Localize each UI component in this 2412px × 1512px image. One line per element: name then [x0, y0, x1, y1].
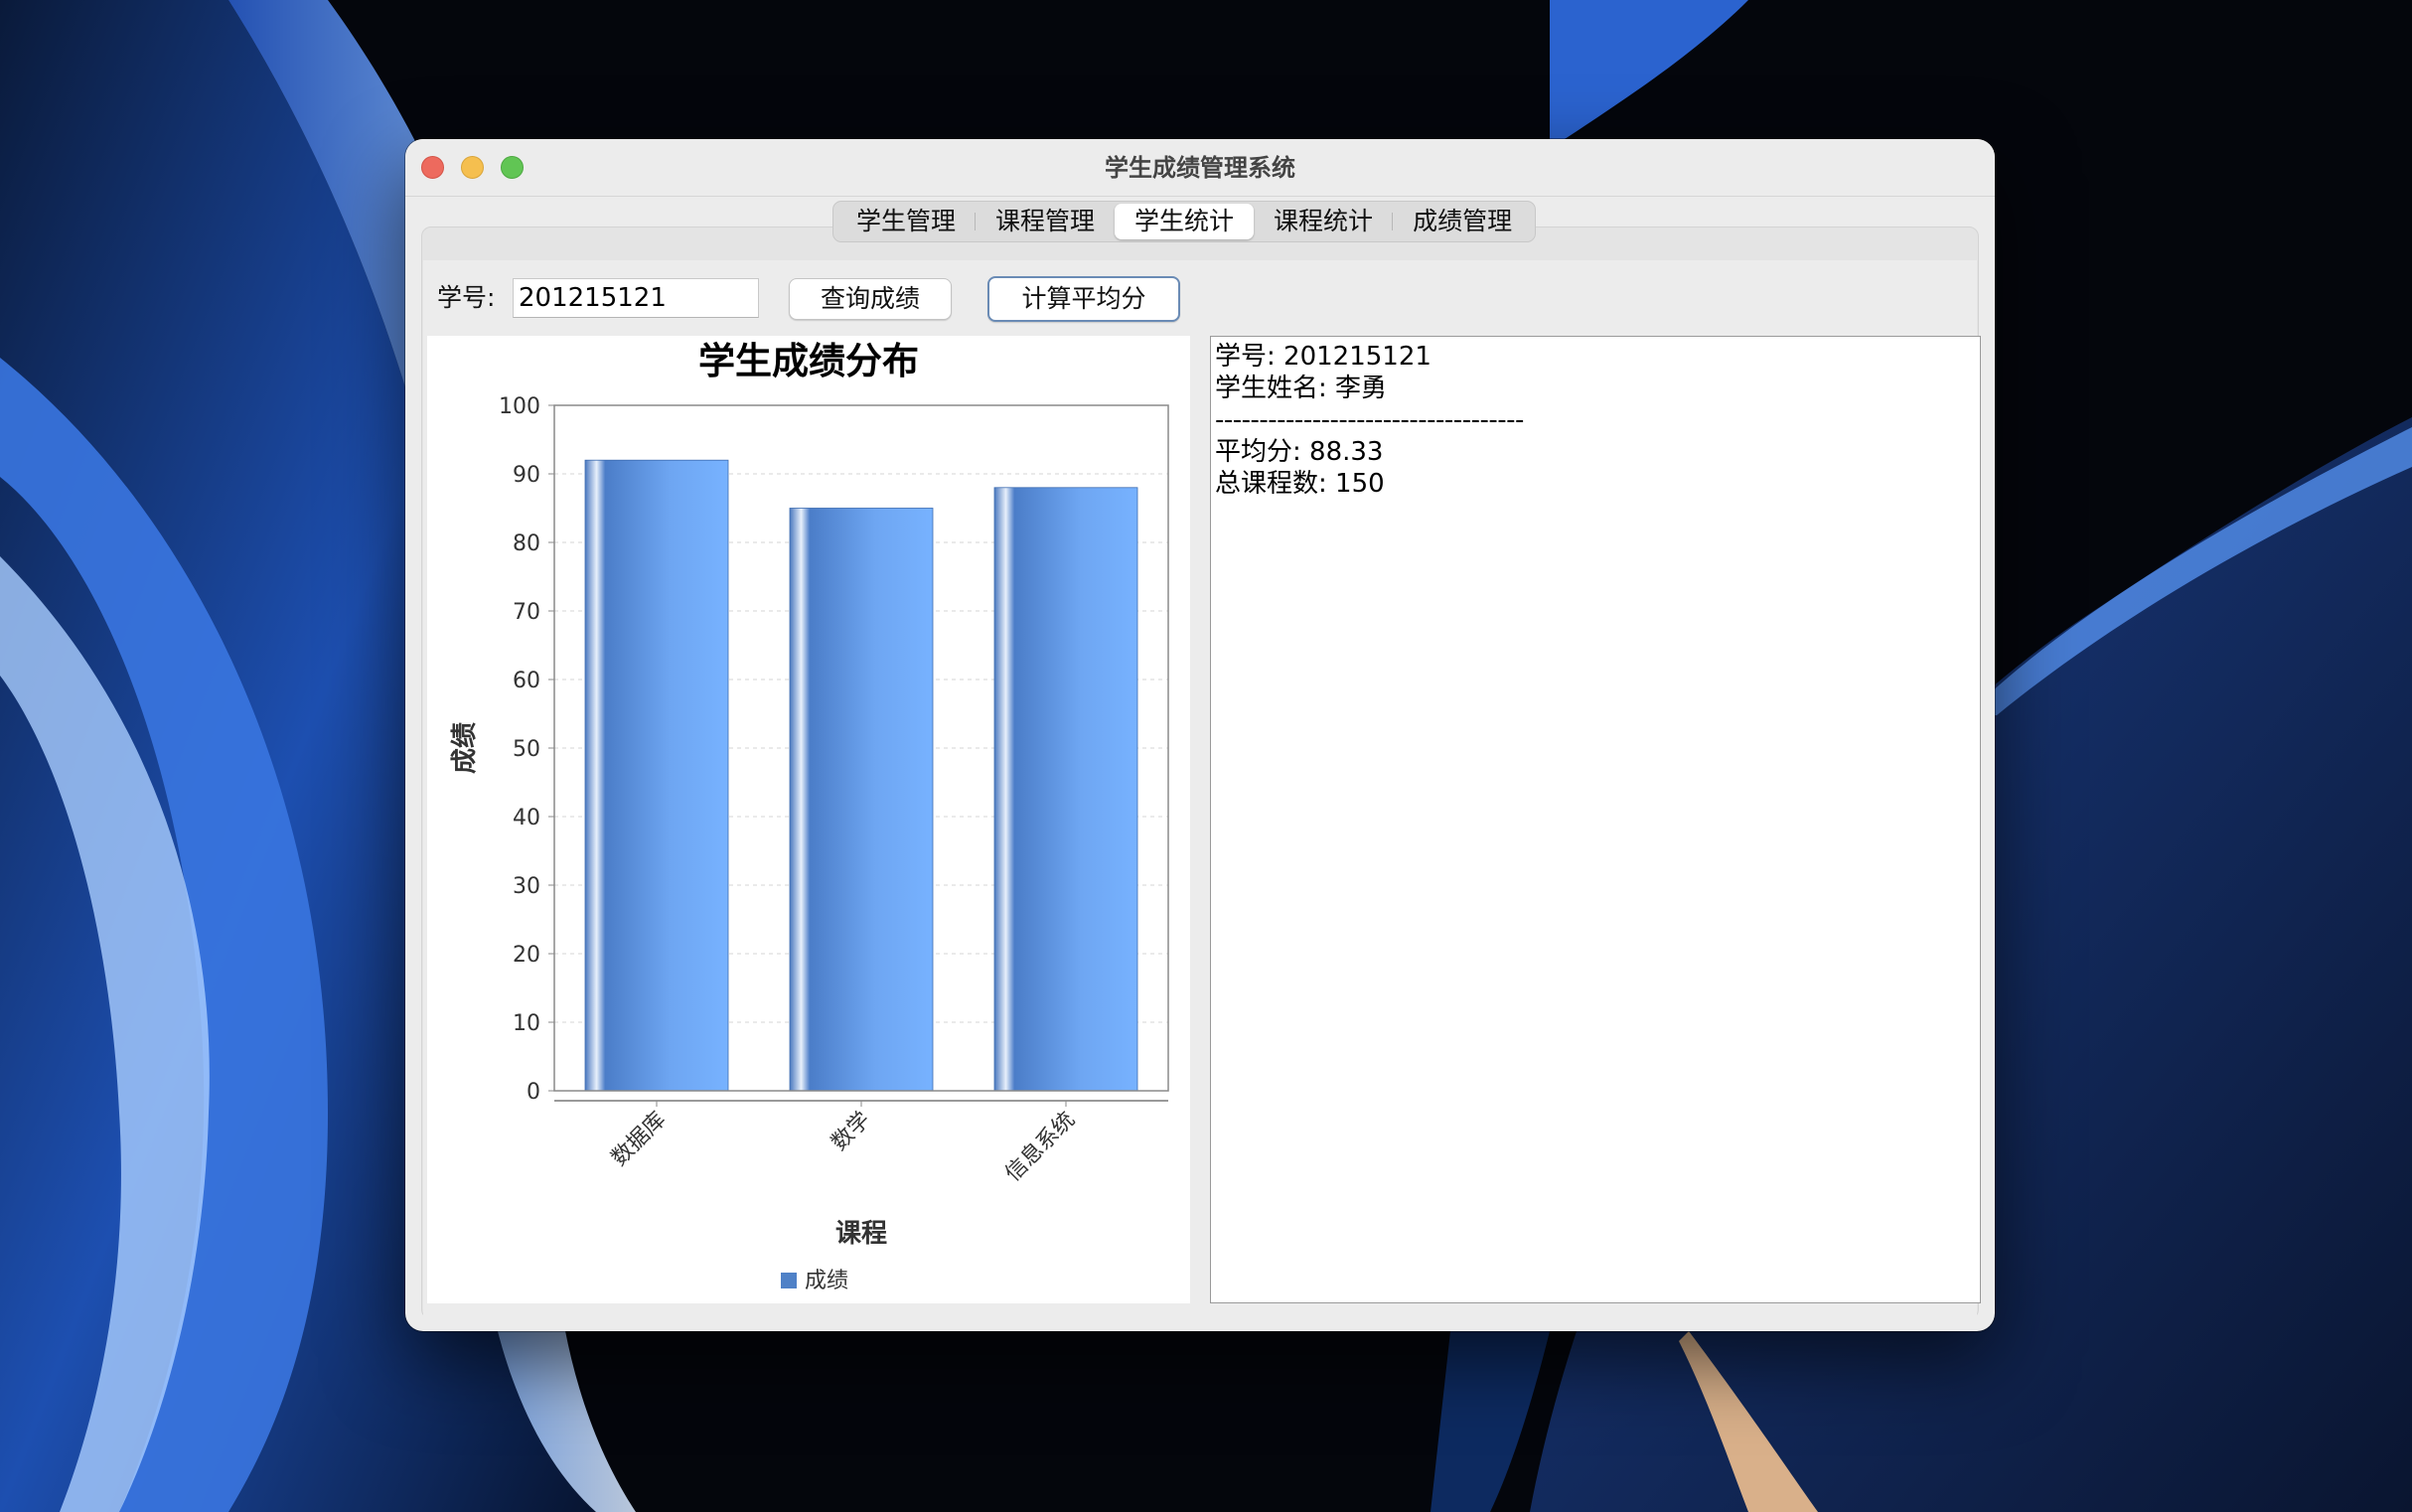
y-tick-label: 90	[513, 463, 540, 488]
tab-course-management[interactable]: 课程管理	[975, 204, 1115, 239]
student-id-label: 学号:	[437, 283, 496, 312]
tab-course-statistics[interactable]: 课程统计	[1254, 204, 1393, 239]
y-tick-label: 10	[513, 1011, 540, 1036]
chart-bars	[584, 459, 1138, 1092]
bar-2	[789, 508, 934, 1092]
app-window: 学生成绩管理系统 学生管理 课程管理 学生统计 课程统计 成绩管理 学号: 查询…	[405, 139, 1995, 1331]
tab-student-statistics[interactable]: 学生统计	[1115, 204, 1255, 239]
y-tick-label: 80	[513, 531, 540, 556]
y-tick-label: 40	[513, 806, 540, 831]
y-tick-label: 20	[513, 943, 540, 968]
chart-panel: 学生成绩分布 0 10 20 30 40 50 60 70 80 90 100 数据库 数学 信息系统 …	[427, 336, 1190, 1303]
y-axis-label: 成绩	[450, 722, 480, 774]
y-axis-ticks: 0 10 20 30 40 50 60 70 80 90 100	[499, 394, 554, 1105]
title-bar: 学生成绩管理系统	[405, 139, 1995, 197]
result-student-id: 学号: 201215121	[1215, 342, 1432, 372]
x-tick-label: 数学	[827, 1108, 875, 1156]
window-title: 学生成绩管理系统	[1105, 154, 1295, 182]
y-tick-label: 50	[513, 737, 540, 762]
y-tick-label: 60	[513, 669, 540, 693]
legend-swatch	[781, 1273, 797, 1288]
x-tick-label: 信息系统	[1000, 1108, 1080, 1187]
y-tick-label: 30	[513, 874, 540, 899]
result-text-area[interactable]: 学号: 201215121 学生姓名: 李勇 -----------------…	[1210, 336, 1981, 1303]
result-divider: -----------------------------------	[1215, 405, 1524, 435]
x-axis-ticks: 数据库 数学 信息系统	[607, 1101, 1080, 1186]
tab-bar: 学生管理 课程管理 学生统计 课程统计 成绩管理	[832, 201, 1537, 242]
x-tick-label: 数据库	[607, 1108, 671, 1171]
bar-1	[584, 459, 729, 1092]
x-axis-label: 课程	[835, 1219, 887, 1249]
result-course-count: 总课程数: 150	[1215, 469, 1385, 499]
tab-student-management[interactable]: 学生管理	[836, 204, 976, 239]
y-tick-label: 0	[527, 1080, 540, 1105]
calculate-average-button[interactable]: 计算平均分	[987, 276, 1180, 322]
chart-title: 学生成绩分布	[698, 340, 919, 382]
student-id-input[interactable]	[513, 278, 759, 318]
bar-3	[993, 487, 1138, 1092]
result-average: 平均分: 88.33	[1215, 437, 1384, 467]
result-student-name: 学生姓名: 李勇	[1215, 374, 1388, 403]
query-grades-button[interactable]: 查询成绩	[789, 278, 952, 320]
y-tick-label: 70	[513, 600, 540, 625]
bar-chart: 学生成绩分布 0102030405060708090100 数据库 数学 信息系统 …	[450, 340, 1169, 1293]
y-tick-label: 100	[499, 394, 540, 419]
legend-label: 成绩	[805, 1269, 848, 1293]
tab-grade-management[interactable]: 成绩管理	[1392, 204, 1532, 239]
